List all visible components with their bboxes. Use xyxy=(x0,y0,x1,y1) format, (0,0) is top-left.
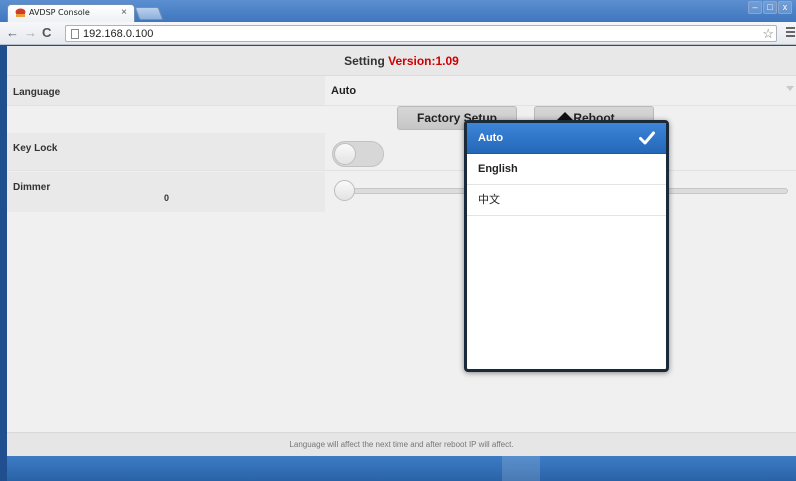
option-label: English xyxy=(478,163,518,175)
option-label: Auto xyxy=(478,132,504,144)
page-header: Setting Version:1.09 xyxy=(7,46,796,76)
address-bar[interactable]: 192.168.0.100 ☆ xyxy=(65,25,777,42)
browser-menu-icon[interactable] xyxy=(786,27,795,39)
url-text: 192.168.0.100 xyxy=(83,28,154,40)
language-label: Language xyxy=(13,87,61,98)
language-row[interactable]: Language Auto xyxy=(7,76,796,106)
key-lock-label-cell: Key Lock xyxy=(7,133,325,170)
key-lock-toggle[interactable] xyxy=(332,141,384,167)
chevron-down-icon[interactable] xyxy=(786,86,794,91)
browser-tab[interactable]: AVDSP Console × xyxy=(7,4,135,22)
nav-tab-active[interactable] xyxy=(502,456,540,481)
language-option-chinese[interactable]: 中文 xyxy=(467,185,666,216)
language-option-english[interactable]: English xyxy=(467,154,666,185)
page-icon xyxy=(71,29,79,39)
dimmer-row: Dimmer 0 xyxy=(7,172,796,212)
dimmer-value: 0 xyxy=(164,193,170,203)
minimize-button[interactable]: – xyxy=(748,1,762,14)
browser-toolbar: ← → C 192.168.0.100 ☆ xyxy=(0,22,796,45)
reload-icon[interactable]: C xyxy=(42,26,51,40)
bottom-navbar xyxy=(7,456,796,481)
action-buttons-row: Factory Setup Reboot xyxy=(7,106,796,133)
back-arrow-icon[interactable]: ← xyxy=(6,26,19,40)
settings-page: Setting Version:1.09 Language Auto Facto… xyxy=(7,46,796,481)
language-option-auto[interactable]: Auto xyxy=(467,123,666,154)
check-icon xyxy=(639,131,655,145)
window-controls: – □ x xyxy=(748,1,792,14)
toggle-knob[interactable] xyxy=(334,143,356,165)
close-window-button[interactable]: x xyxy=(778,1,792,14)
forward-arrow-icon[interactable]: → xyxy=(24,26,37,40)
option-label: 中文 xyxy=(478,194,500,206)
app-favicon-icon xyxy=(15,8,26,17)
content-area xyxy=(7,212,796,432)
dimmer-label-cell: Dimmer 0 xyxy=(7,172,325,212)
new-tab-button[interactable] xyxy=(134,7,164,20)
up-triangle-icon xyxy=(557,112,573,120)
browser-titlebar: AVDSP Console × – □ x xyxy=(0,0,796,22)
maximize-button[interactable]: □ xyxy=(763,1,777,14)
tab-close-icon[interactable]: × xyxy=(121,7,127,18)
footer-note: Language will affect the next time and a… xyxy=(7,432,796,456)
tab-title: AVDSP Console xyxy=(29,8,90,17)
language-dropdown-popup: Auto English 中文 xyxy=(464,120,669,372)
dimmer-label: Dimmer xyxy=(13,182,51,193)
dimmer-slider-handle[interactable] xyxy=(334,180,355,201)
page-title: Setting xyxy=(344,54,385,68)
key-lock-label: Key Lock xyxy=(13,143,58,154)
version-label: Version:1.09 xyxy=(388,54,459,68)
language-select-value[interactable]: Auto xyxy=(331,85,356,97)
language-label-cell: Language xyxy=(7,76,325,105)
key-lock-row: Key Lock xyxy=(7,133,796,171)
bookmark-star-icon[interactable]: ☆ xyxy=(762,26,774,42)
